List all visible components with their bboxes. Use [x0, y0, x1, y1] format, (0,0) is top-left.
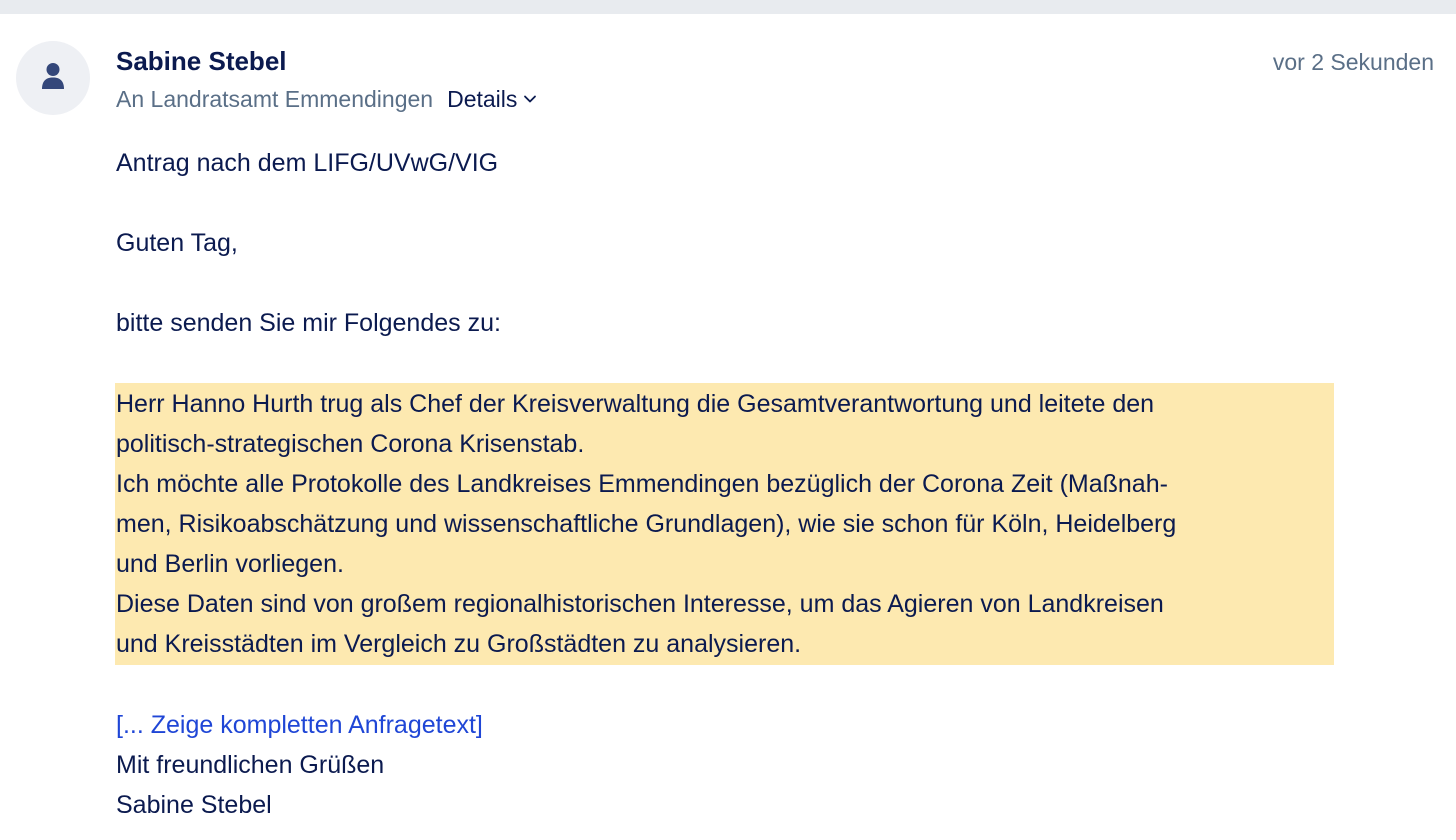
message-greeting: Guten Tag, — [116, 229, 238, 257]
message-subject: Antrag nach dem LIFG/UVwG/VIG — [116, 149, 499, 177]
message-closing: Mit freundlichen Grüßen — [116, 751, 385, 779]
show-full-text-link[interactable]: [... Zeige kompletten Anfragetext] — [116, 711, 483, 739]
recipient-label: An Landratsamt Emmendingen — [116, 86, 434, 112]
highlighted-request-text: Herr Hanno Hurth trug als Chef der Kreis… — [115, 383, 1334, 665]
details-label: Details — [447, 86, 518, 112]
request-line: Ich möchte alle Protokolle des Landkreis… — [116, 470, 1168, 498]
message-body: Antrag nach dem LIFG/UVwG/VIG Guten Tag,… — [115, 143, 1336, 825]
timestamp: vor 2 Sekunden — [1272, 49, 1434, 75]
request-line: und Kreisstädten im Vergleich zu Großstä… — [116, 630, 802, 658]
recipient-row: An Landratsamt Emmendingen Details — [116, 83, 537, 115]
sender-name: Sabine Stebel — [116, 46, 287, 76]
request-line: Herr Hanno Hurth trug als Chef der Kreis… — [116, 390, 1155, 418]
chevron-down-icon — [523, 94, 537, 104]
details-button[interactable]: Details — [447, 83, 537, 115]
request-line: politisch-strategischen Corona Krisensta… — [116, 430, 585, 458]
top-bar — [0, 0, 1456, 14]
message-intro: bitte senden Sie mir Folgendes zu: — [116, 309, 501, 337]
user-icon — [41, 62, 65, 95]
message-signature: Sabine Stebel — [116, 791, 272, 819]
request-line: und Berlin vorliegen. — [116, 550, 344, 578]
request-line: men, Risikoabschätzung und wissenschaftl… — [116, 510, 1177, 538]
request-line: Diese Daten sind von großem regionalhist… — [116, 590, 1164, 618]
avatar — [16, 41, 90, 115]
